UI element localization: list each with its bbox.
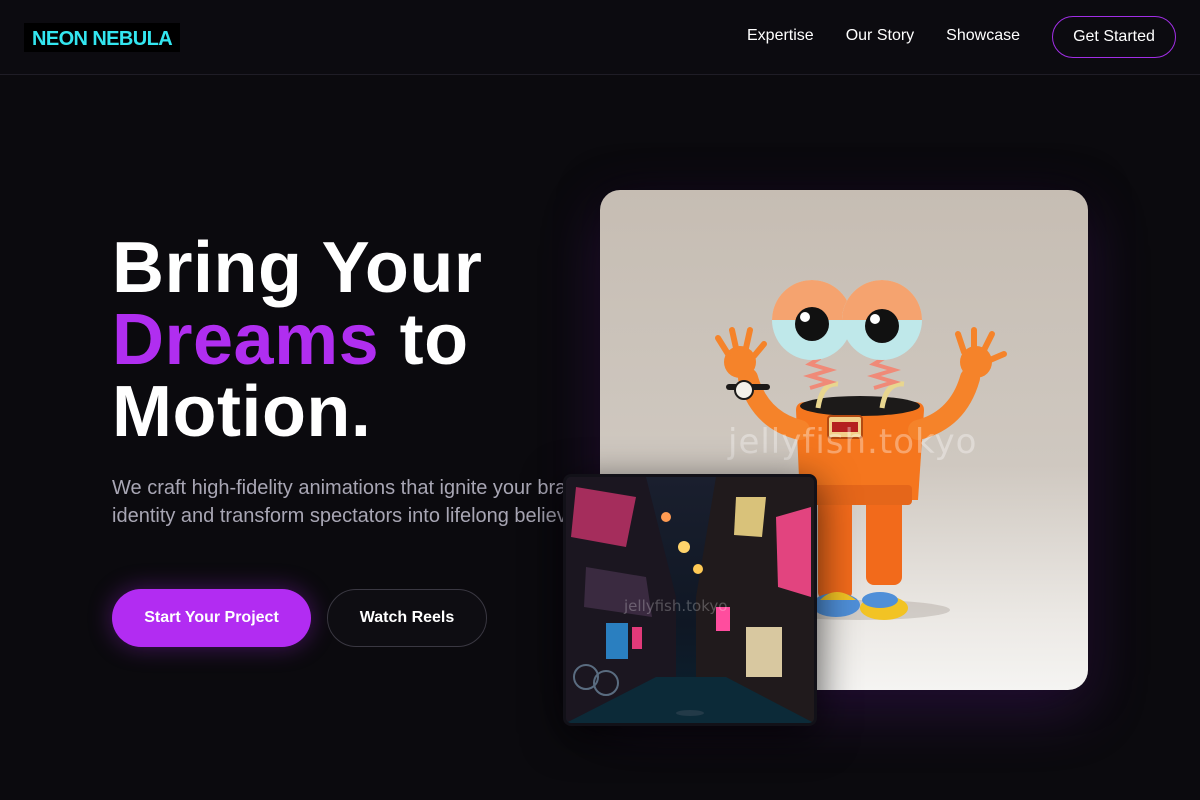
- main-image-watermark: jellyfish.tokyo: [728, 422, 978, 462]
- nav-link-expertise[interactable]: Expertise: [747, 26, 814, 46]
- headline-line-3: Motion.: [112, 372, 372, 452]
- headline-accent-word: Dreams: [112, 300, 380, 380]
- brand-logo[interactable]: NEON NEBULA: [24, 23, 181, 52]
- hero-headline: Bring Your Dreams to Motion.: [112, 232, 572, 448]
- nav-link-showcase[interactable]: Showcase: [946, 26, 1020, 46]
- headline-line-2-rest: to: [379, 300, 469, 380]
- headline-line-1: Bring Your: [112, 228, 483, 308]
- small-image-watermark: jellyfish.tokyo: [624, 597, 728, 615]
- showcase-secondary-image[interactable]: jellyfish.tokyo: [563, 474, 817, 726]
- nav-link-our-story[interactable]: Our Story: [846, 26, 914, 46]
- watch-reels-button[interactable]: Watch Reels: [327, 589, 487, 647]
- top-navigation: NEON NEBULA Expertise Our Story Showcase…: [0, 0, 1200, 75]
- nav-links: Expertise Our Story Showcase: [747, 26, 1052, 46]
- start-project-button[interactable]: Start Your Project: [112, 589, 311, 647]
- get-started-button[interactable]: Get Started: [1052, 16, 1176, 58]
- hero-subtext: We craft high-fidelity animations that i…: [112, 477, 601, 527]
- landing-page: NEON NEBULA Expertise Our Story Showcase…: [0, 0, 1200, 800]
